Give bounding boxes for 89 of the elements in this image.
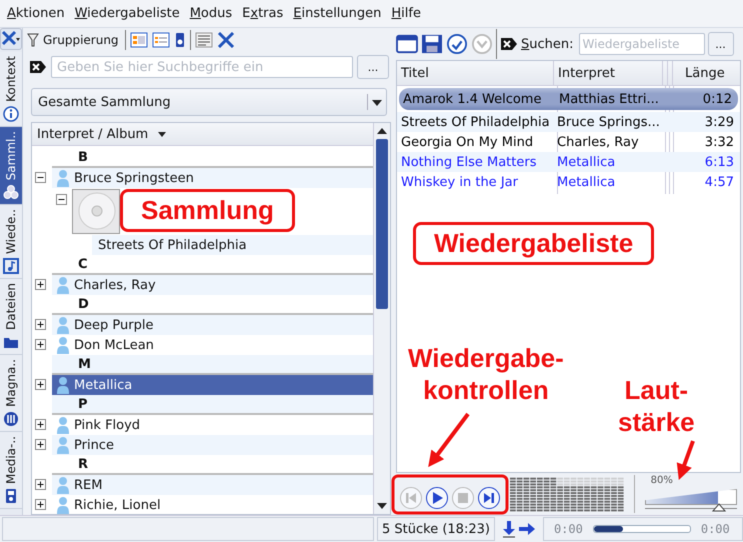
scroll-up-icon[interactable]	[377, 128, 387, 134]
minus-icon[interactable]	[35, 172, 46, 183]
playlist-row[interactable]: Whiskey in the Jar Metallica 4:57	[397, 172, 740, 192]
callout-label: Wiedergabe- kontrollen	[408, 342, 564, 406]
seek-slider[interactable]	[592, 525, 691, 533]
play-icon	[430, 491, 444, 505]
funnel-icon	[27, 32, 39, 48]
plus-icon[interactable]	[35, 499, 46, 510]
track-count: 5 Stücke (18:23)	[377, 517, 495, 541]
previous-icon	[404, 491, 418, 505]
playlist-row[interactable]: Amarok 1.4 Welcome Matthias Ettri... 0:12	[399, 88, 738, 110]
media-player-icon	[3, 488, 19, 504]
search-label: Suchen:	[521, 36, 574, 52]
person-icon	[56, 376, 70, 394]
remaining-time: 0:00	[700, 522, 730, 536]
play-button[interactable]	[426, 487, 448, 509]
menu-item[interactable]: Einstellungen	[288, 6, 386, 21]
save-icon[interactable]	[421, 34, 443, 54]
playlist-row[interactable]: Georgia On My Mind Charles, Ray 3:32	[397, 132, 740, 152]
music-note-icon	[3, 258, 19, 274]
right-arrow-icon[interactable]	[518, 522, 536, 536]
playlist-search-field[interactable]: Wiedergabeliste	[578, 33, 705, 55]
window-icon[interactable]	[396, 34, 418, 54]
letter-heading: R	[78, 456, 88, 472]
scrollbar-thumb[interactable]	[376, 139, 388, 309]
person-icon	[56, 316, 70, 334]
menu-item[interactable]: Extras	[237, 6, 288, 21]
playlist-row[interactable]: Nothing Else Matters Metallica 6:13	[397, 152, 740, 172]
circles-icon	[3, 184, 19, 200]
collection-dropdown[interactable]: Gesamte Sammlung	[31, 88, 387, 116]
side-tab[interactable]: Samml..	[0, 126, 22, 206]
menu-item[interactable]: Modus	[184, 6, 238, 21]
letter-heading: M	[78, 356, 91, 372]
volume-thumb-icon[interactable]	[712, 503, 726, 512]
column-header[interactable]: Titel	[397, 61, 554, 85]
next-button[interactable]	[478, 487, 500, 509]
menu-item[interactable]: Wiedergabeliste	[70, 6, 185, 21]
menu-item[interactable]: Aktionen	[2, 6, 70, 21]
next-icon	[482, 491, 496, 505]
search-field[interactable]: Geben Sie hier Suchbegriffe ein	[51, 56, 353, 78]
caret-icon	[158, 132, 166, 136]
plus-icon[interactable]	[35, 379, 46, 390]
person-icon	[56, 336, 70, 354]
plus-icon[interactable]	[35, 279, 46, 290]
person-icon	[56, 416, 70, 434]
person-icon	[56, 276, 70, 294]
person-icon	[56, 496, 70, 514]
info-icon	[3, 106, 19, 122]
list-view-icon[interactable]	[152, 32, 170, 48]
person-icon	[56, 436, 70, 454]
plus-icon[interactable]	[35, 419, 46, 430]
callout-label: Wiedergabeliste	[413, 222, 654, 265]
plus-icon[interactable]	[35, 319, 46, 330]
stop-icon	[456, 491, 470, 505]
more-button[interactable]: ...	[708, 32, 734, 56]
down-arrow-icon[interactable]	[502, 520, 516, 538]
plus-icon[interactable]	[35, 339, 46, 350]
callout-label: Laut- stärke	[618, 374, 695, 438]
text-icon[interactable]	[194, 32, 213, 48]
minus-icon[interactable]	[56, 194, 67, 205]
clear-icon[interactable]	[500, 37, 518, 51]
caret-icon	[372, 100, 382, 106]
artist-row[interactable]: Don McLean	[52, 335, 374, 355]
callout-arrow	[428, 412, 470, 468]
tree-view-icon[interactable]	[130, 32, 148, 48]
plus-icon[interactable]	[35, 439, 46, 450]
letter-heading: C	[78, 256, 88, 272]
elapsed-time: 0:00	[554, 522, 583, 536]
scroll-down-icon[interactable]	[377, 503, 387, 509]
volume-reading: 80%	[650, 475, 673, 486]
round-logo-icon	[3, 411, 19, 428]
artist-row[interactable]: Richie, Lionel	[52, 495, 374, 514]
person-icon	[56, 169, 70, 187]
plus-icon[interactable]	[35, 479, 46, 490]
letter-heading: P	[78, 396, 88, 412]
device-icon[interactable]	[174, 32, 186, 48]
callout-arrow	[676, 440, 695, 480]
playlist-row[interactable]: Streets Of Philadelphia Bruce Springs... 3:29	[397, 112, 740, 132]
menu-item[interactable]: Hilfe	[386, 6, 426, 21]
callout-label: Sammlung	[120, 189, 295, 232]
grouping-button[interactable]: Gruppierung	[25, 32, 121, 48]
letter-heading: B	[78, 150, 88, 164]
artist-row[interactable]: Pink Floyd	[52, 415, 374, 435]
more-button[interactable]: ...	[357, 55, 389, 79]
column-header[interactable]: Interpret	[554, 61, 663, 85]
clear-icon[interactable]	[29, 60, 47, 74]
letter-heading: D	[78, 296, 89, 312]
person-icon	[56, 476, 70, 494]
column-header[interactable]: Länge	[673, 61, 740, 85]
